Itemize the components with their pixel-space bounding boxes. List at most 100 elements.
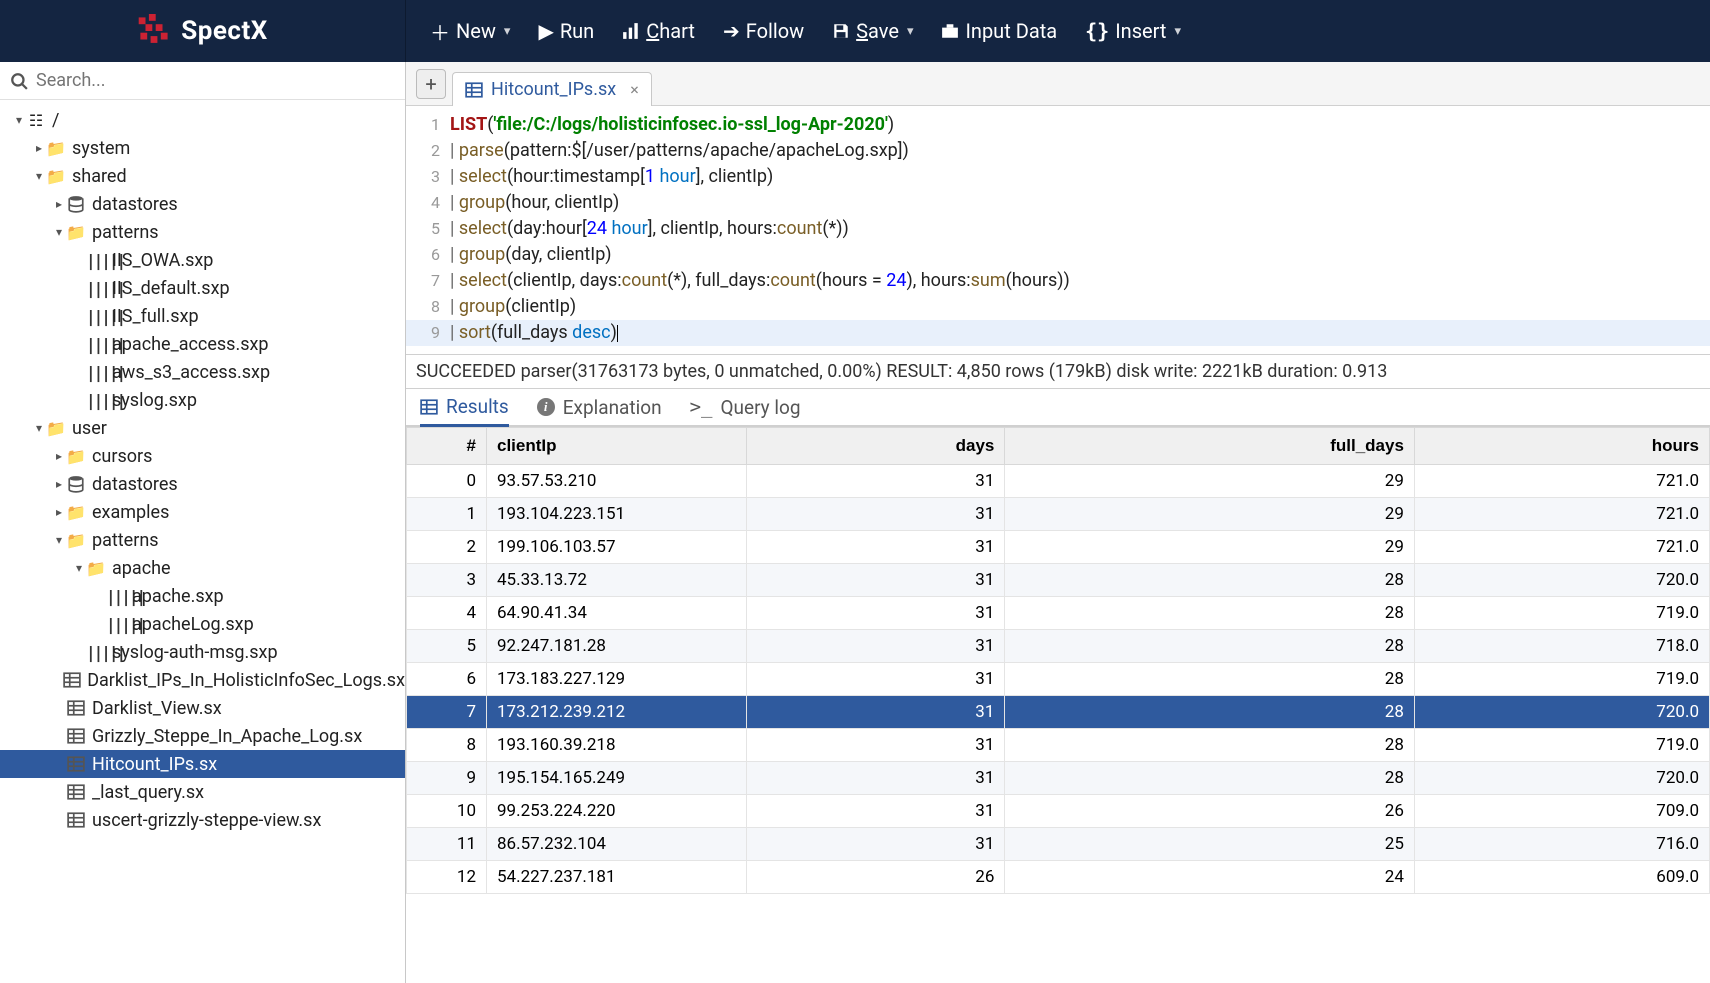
- tree-item[interactable]: uscert-grizzly-steppe-view.sx: [0, 806, 405, 834]
- table-row[interactable]: 1254.227.237.1812624609.0: [407, 861, 1710, 894]
- search-input[interactable]: [36, 70, 395, 91]
- explanation-tab[interactable]: iExplanation: [537, 388, 662, 426]
- col-fulldays[interactable]: full_days: [1005, 428, 1415, 465]
- tree-item[interactable]: |||||syslog.sxp: [0, 386, 405, 414]
- close-icon[interactable]: ×: [630, 80, 639, 99]
- table-row[interactable]: 6173.183.227.1293128719.0: [407, 663, 1710, 696]
- table-row[interactable]: 7173.212.239.2123128720.0: [407, 696, 1710, 729]
- file-tree[interactable]: ▾ ☷ / ▸📁system▾📁shared▸datastores▾📁patte…: [0, 100, 405, 983]
- caret-closed-icon: ▸: [32, 141, 46, 155]
- tree-item[interactable]: |||||aws_s3_access.sxp: [0, 358, 405, 386]
- follow-button[interactable]: ➔Follow: [723, 19, 804, 43]
- barcode-icon: |||||: [86, 251, 106, 270]
- caret-closed-icon: ▸: [52, 505, 66, 519]
- tree-item[interactable]: |||||apache.sxp: [0, 582, 405, 610]
- table-row[interactable]: 093.57.53.2103129721.0: [407, 465, 1710, 498]
- code-editor[interactable]: 1LIST('file:/C:/logs/holisticinfosec.io-…: [406, 106, 1710, 355]
- status-line: SUCCEEDED parser(31763173 bytes, 0 unmat…: [406, 355, 1710, 389]
- tree-item[interactable]: Darklist_View.sx: [0, 694, 405, 722]
- tree-item-label: IIS_default.sxp: [112, 278, 230, 299]
- barcode-icon: |||||: [106, 615, 126, 634]
- add-tab-button[interactable]: +: [416, 69, 446, 99]
- run-button[interactable]: ▶Run: [538, 19, 594, 43]
- results-tab[interactable]: Results: [420, 389, 509, 427]
- tree-item-label: apache_access.sxp: [112, 334, 269, 355]
- table-row[interactable]: 345.33.13.723128720.0: [407, 564, 1710, 597]
- tree-item[interactable]: ||||| IIS_default.sxp: [0, 274, 405, 302]
- chart-button[interactable]: Chart: [622, 19, 695, 43]
- main: ▾ ☷ / ▸📁system▾📁shared▸datastores▾📁patte…: [0, 62, 1710, 983]
- folder-icon: 📁: [66, 447, 86, 466]
- info-icon: i: [537, 398, 555, 416]
- terminal-icon: >_: [690, 396, 713, 418]
- tree-item-label: datastores: [92, 194, 178, 215]
- table-row[interactable]: 1099.253.224.2203126709.0: [407, 795, 1710, 828]
- tree-item[interactable]: ▸📁examples: [0, 498, 405, 526]
- table-row[interactable]: 464.90.41.343128719.0: [407, 597, 1710, 630]
- col-index[interactable]: #: [407, 428, 487, 465]
- folder-icon: 📁: [46, 167, 66, 186]
- col-clientip[interactable]: clientIp: [487, 428, 747, 465]
- insert-button[interactable]: {}Insert▾: [1085, 19, 1181, 43]
- tree-item-label: Darklist_View.sx: [92, 698, 222, 719]
- search-icon: [10, 72, 28, 90]
- result-grid[interactable]: # clientIp days full_days hours 093.57.5…: [406, 427, 1710, 983]
- save-button[interactable]: Save▾: [832, 19, 913, 43]
- tree-item[interactable]: ▾📁apache: [0, 554, 405, 582]
- database-icon: [66, 475, 86, 494]
- tree-item-label: shared: [72, 166, 127, 187]
- tabbar: + Hitcount_IPs.sx ×: [406, 62, 1710, 106]
- line-number: 1: [406, 112, 450, 138]
- tree-item-label: Hitcount_IPs.sx: [92, 754, 217, 775]
- logo[interactable]: SpectX: [137, 14, 268, 48]
- tree-item-label: user: [72, 418, 107, 439]
- tree-item[interactable]: Darklist_IPs_In_HolisticInfoSec_Logs.sx: [0, 666, 405, 694]
- tree-item[interactable]: |||||syslog-auth-msg.sxp: [0, 638, 405, 666]
- input-data-button[interactable]: Input Data: [941, 19, 1057, 43]
- tree-item-label: apacheLog.sxp: [132, 614, 254, 635]
- tree-item[interactable]: ▾📁patterns: [0, 526, 405, 554]
- table-row[interactable]: 1193.104.223.1513129721.0: [407, 498, 1710, 531]
- tree-item[interactable]: ▾📁shared: [0, 162, 405, 190]
- tree-item[interactable]: |||||apache_access.sxp: [0, 330, 405, 358]
- logo-text: SpectX: [181, 16, 268, 46]
- table-row[interactable]: 592.247.181.283128718.0: [407, 630, 1710, 663]
- table-row[interactable]: 8193.160.39.2183128719.0: [407, 729, 1710, 762]
- logo-area: SpectX: [0, 0, 406, 62]
- arrow-right-icon: ➔: [723, 19, 740, 43]
- chart-icon: [622, 22, 640, 40]
- tree-item-label: syslog.sxp: [112, 390, 197, 411]
- tree-item[interactable]: Hitcount_IPs.sx: [0, 750, 405, 778]
- tree-item[interactable]: ▾📁patterns: [0, 218, 405, 246]
- tree-item-label: cursors: [92, 446, 152, 467]
- tree-item[interactable]: _last_query.sx: [0, 778, 405, 806]
- folder-icon: 📁: [66, 531, 86, 550]
- tree-item[interactable]: ▸📁cursors: [0, 442, 405, 470]
- tree-item[interactable]: ||||| apacheLog.sxp: [0, 610, 405, 638]
- col-days[interactable]: days: [747, 428, 1005, 465]
- tree-item-label: apache.sxp: [132, 586, 224, 607]
- folder-icon: 📁: [86, 559, 106, 578]
- line-number: 9: [406, 320, 450, 346]
- col-hours[interactable]: hours: [1414, 428, 1709, 465]
- save-icon: [832, 22, 850, 40]
- table-row[interactable]: 1186.57.232.1043125716.0: [407, 828, 1710, 861]
- tree-item[interactable]: ▸datastores: [0, 470, 405, 498]
- tree-item[interactable]: |||||IIS_full.sxp: [0, 302, 405, 330]
- line-number: 6: [406, 242, 450, 268]
- tree-root[interactable]: ▾ ☷ /: [0, 106, 405, 134]
- table-icon: [66, 699, 86, 718]
- new-button[interactable]: ＋New▾: [430, 17, 510, 46]
- tree-item[interactable]: ▸📁system: [0, 134, 405, 162]
- querylog-tab[interactable]: >_Query log: [690, 388, 801, 426]
- tree-item[interactable]: Grizzly_Steppe_In_Apache_Log.sx: [0, 722, 405, 750]
- tab-hitcount-ips[interactable]: Hitcount_IPs.sx ×: [452, 72, 652, 106]
- tree-item[interactable]: ▾📁user: [0, 414, 405, 442]
- tree-item[interactable]: ▸datastores: [0, 190, 405, 218]
- table-row[interactable]: 9195.154.165.2493128720.0: [407, 762, 1710, 795]
- table-row[interactable]: 2199.106.103.573129721.0: [407, 531, 1710, 564]
- tree-item-label: examples: [92, 502, 169, 523]
- barcode-icon: |||||: [86, 279, 106, 298]
- line-number: 4: [406, 190, 450, 216]
- tree-item[interactable]: |||||IIS_OWA.sxp: [0, 246, 405, 274]
